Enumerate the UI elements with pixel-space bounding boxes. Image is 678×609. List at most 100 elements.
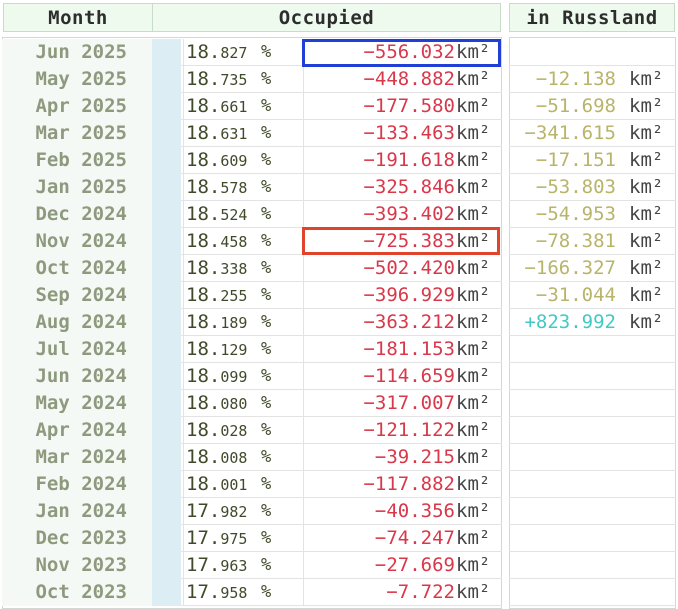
russland-change-value: −17.151 — [535, 149, 616, 171]
occupied-bar — [152, 39, 181, 66]
russland-row — [509, 552, 676, 579]
russland-row: −166.327 km² — [509, 255, 676, 282]
occupied-change-value: −725.383 — [363, 230, 455, 252]
occupied-change-value: −74.247 — [374, 527, 455, 549]
percent-integer-part: 18. — [186, 149, 221, 171]
russland-change-value: +823.992 — [524, 311, 616, 333]
percent-decimal-part: 827 — [220, 44, 248, 62]
percent-integer-part: 18. — [186, 338, 221, 360]
area-unit: km² — [629, 95, 664, 117]
occupied-percent-cell: 18.609% — [183, 147, 303, 174]
month-cell: Feb 2024 — [2, 471, 152, 498]
area-unit: km² — [456, 473, 491, 495]
occupied-bar — [152, 336, 181, 363]
month-column-header: Month — [3, 3, 153, 32]
russland-row: −53.803 km² — [509, 174, 676, 201]
percent-unit: % — [261, 339, 272, 359]
percent-unit: % — [261, 204, 272, 224]
occupied-percent-cell: 18.827% — [183, 39, 303, 66]
percent-decimal-part: 008 — [220, 449, 248, 467]
percent-integer-part: 18. — [186, 257, 221, 279]
percent-unit: % — [261, 366, 272, 386]
occupied-change-cell: −325.846 km² — [303, 174, 502, 201]
table-row: Feb 2024 18.001% −117.882 km² — [2, 471, 502, 498]
area-unit: km² — [456, 41, 491, 63]
month-cell: Nov 2024 — [2, 228, 152, 255]
occupied-change-value: −27.669 — [374, 554, 455, 576]
percent-decimal-part: 458 — [220, 233, 248, 251]
occupied-change-cell: −121.122 km² — [303, 417, 502, 444]
percent-decimal-part: 735 — [220, 71, 248, 89]
percent-integer-part: 17. — [186, 554, 221, 576]
occupied-percent-cell: 18.001% — [183, 471, 303, 498]
area-unit: km² — [456, 311, 491, 333]
month-cell: Jan 2025 — [2, 174, 152, 201]
russland-row — [509, 525, 676, 552]
russland-row: −54.953 km² — [509, 201, 676, 228]
occupied-change-value: −117.882 — [363, 473, 455, 495]
russland-change-value: −12.138 — [535, 68, 616, 90]
month-cell: Jun 2025 — [2, 39, 152, 66]
russland-change-value: −54.953 — [535, 203, 616, 225]
occupied-change-value: −448.882 — [363, 68, 455, 90]
occupied-bar — [152, 174, 181, 201]
occupied-bar — [152, 498, 181, 525]
percent-unit: % — [261, 420, 272, 440]
occupied-change-cell: −502.420 km² — [303, 255, 502, 282]
percent-unit: % — [261, 150, 272, 170]
area-unit: km² — [456, 230, 491, 252]
occupied-change-value: −191.618 — [363, 149, 455, 171]
occupied-percent-cell: 18.028% — [183, 417, 303, 444]
area-unit: km² — [629, 68, 664, 90]
percent-decimal-part: 958 — [220, 584, 248, 602]
percent-unit: % — [261, 555, 272, 575]
occupied-bar — [152, 363, 181, 390]
area-unit: km² — [456, 203, 491, 225]
occupied-change-cell: −181.153 km² — [303, 336, 502, 363]
percent-integer-part: 18. — [186, 284, 221, 306]
table-row: May 2024 18.080% −317.007 km² — [2, 390, 502, 417]
table-row: Mar 2025 18.631% −133.463 km² — [2, 120, 502, 147]
occupied-percent-cell: 18.099% — [183, 363, 303, 390]
russland-change-value: −51.698 — [535, 95, 616, 117]
russland-row — [509, 363, 676, 390]
occupied-percent-cell: 18.255% — [183, 282, 303, 309]
occupied-bar — [152, 228, 181, 255]
percent-unit: % — [261, 231, 272, 251]
occupied-percent-cell: 18.524% — [183, 201, 303, 228]
percent-integer-part: 18. — [186, 392, 221, 414]
percent-decimal-part: 129 — [220, 341, 248, 359]
month-cell: May 2024 — [2, 390, 152, 417]
occupied-change-cell: −177.580 km² — [303, 93, 502, 120]
month-cell: Oct 2023 — [2, 579, 152, 606]
table-row: Sep 2024 18.255% −396.929 km² — [2, 282, 502, 309]
month-cell: Sep 2024 — [2, 282, 152, 309]
table-row: Mar 2024 18.008% −39.215 km² — [2, 444, 502, 471]
occupied-change-cell: −317.007 km² — [303, 390, 502, 417]
occupied-percent-cell: 17.958% — [183, 579, 303, 606]
percent-unit: % — [261, 582, 272, 602]
table-row: Nov 2023 17.963% −27.669 km² — [2, 552, 502, 579]
month-cell: Feb 2025 — [2, 147, 152, 174]
occupied-change-cell: −39.215 km² — [303, 444, 502, 471]
occupied-bar — [152, 147, 181, 174]
occupied-bar — [152, 525, 181, 552]
percent-unit: % — [261, 258, 272, 278]
percent-integer-part: 18. — [186, 95, 221, 117]
percent-unit: % — [261, 393, 272, 413]
month-cell: Dec 2024 — [2, 201, 152, 228]
table-row: Apr 2025 18.661% −177.580 km² — [2, 93, 502, 120]
percent-integer-part: 18. — [186, 446, 221, 468]
percent-integer-part: 17. — [186, 581, 221, 603]
area-unit: km² — [456, 122, 491, 144]
occupied-bar — [152, 390, 181, 417]
percent-unit: % — [261, 447, 272, 467]
area-unit: km² — [456, 149, 491, 171]
percent-integer-part: 18. — [186, 311, 221, 333]
occupied-change-cell: −393.402 km² — [303, 201, 502, 228]
occupied-percent-cell: 18.578% — [183, 174, 303, 201]
occupied-bar — [152, 552, 181, 579]
area-unit: km² — [456, 419, 491, 441]
occupied-change-cell: −27.669 km² — [303, 552, 502, 579]
occupied-change-value: −177.580 — [363, 95, 455, 117]
